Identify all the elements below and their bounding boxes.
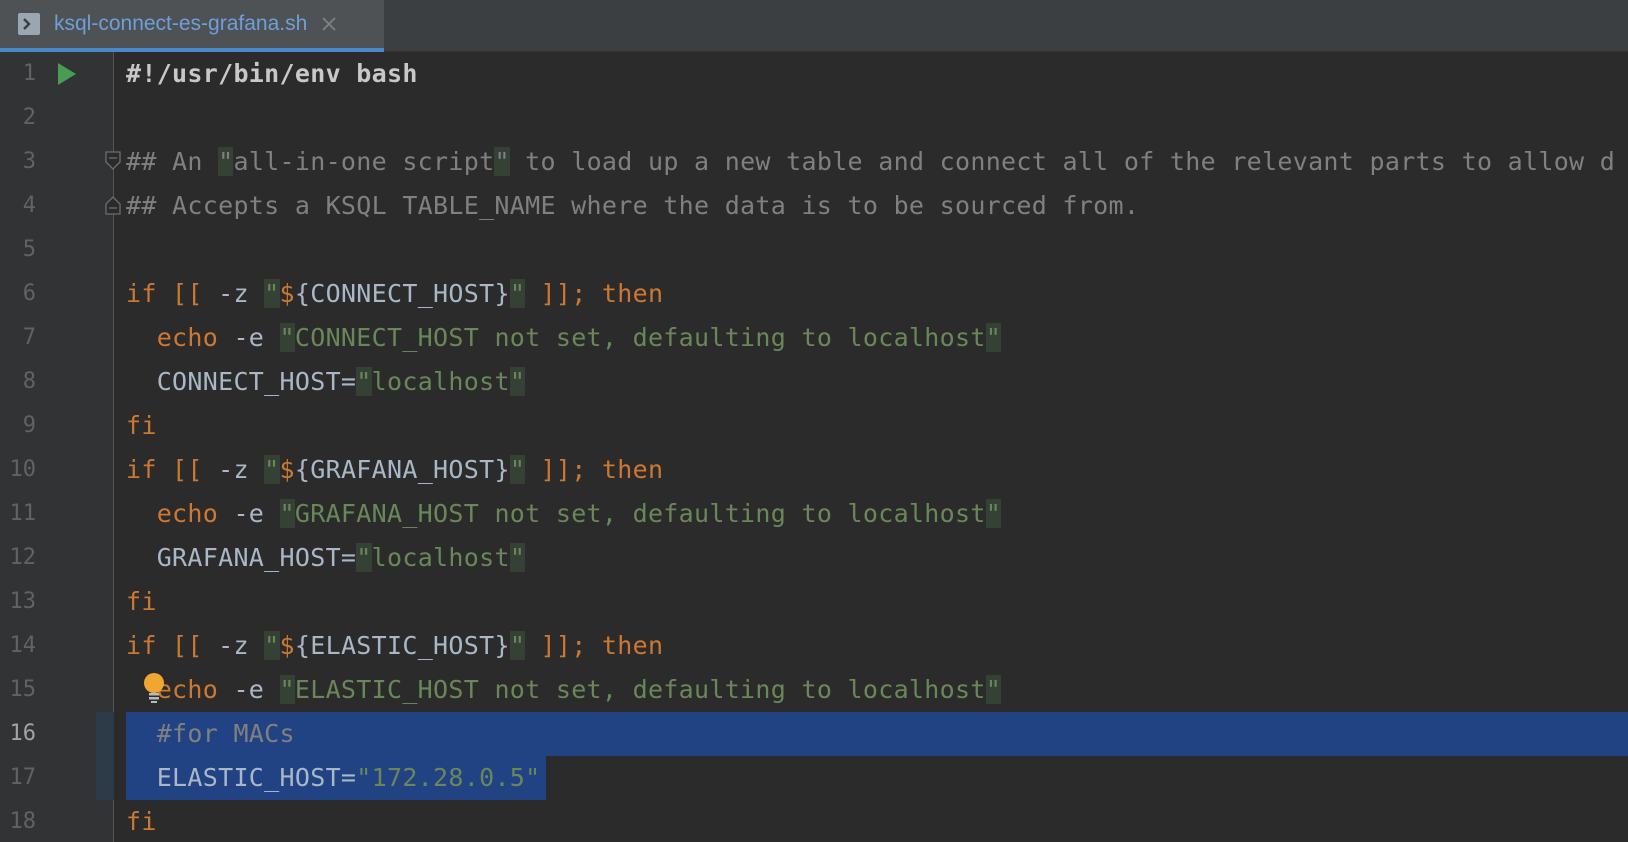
line-number: 11 bbox=[9, 501, 37, 526]
line-number: 5 bbox=[22, 237, 36, 262]
line-number: 14 bbox=[9, 633, 37, 658]
run-gutter-icon[interactable] bbox=[56, 62, 78, 86]
fold-marker-icon[interactable] bbox=[104, 194, 122, 216]
code-text: if [[ -z "${CONNECT_HOST}" ]]; then bbox=[126, 279, 664, 308]
line-number: 12 bbox=[9, 545, 37, 570]
code-text: echo -e "CONNECT_HOST not set, defaultin… bbox=[156, 323, 1002, 352]
code-line-selected: 17 ELASTIC_HOST="172.28.0.5" bbox=[0, 756, 1628, 800]
tab-ksql-connect-es-grafana[interactable]: ksql-connect-es-grafana.sh bbox=[0, 0, 384, 52]
line-number: 16 bbox=[9, 721, 37, 746]
code-text: fi bbox=[126, 807, 157, 836]
code-editor[interactable]: 1 #!/usr/bin/env bash 2 3 ## An "all-in-… bbox=[0, 52, 1628, 842]
line-number: 17 bbox=[9, 765, 37, 790]
code-text: #!/usr/bin/env bash bbox=[126, 59, 418, 88]
code-line: 4 ## Accepts a KSQL TABLE_NAME where the… bbox=[0, 184, 1628, 228]
code-line: 9 fi bbox=[0, 404, 1628, 448]
code-text: if [[ -z "${GRAFANA_HOST}" ]]; then bbox=[126, 455, 664, 484]
code-line: 15 echo -e "ELASTIC_HOST not set, defaul… bbox=[0, 668, 1628, 712]
code-text: ELASTIC_HOST="172.28.0.5" bbox=[126, 763, 541, 792]
line-number: 1 bbox=[22, 61, 36, 86]
tab-title: ksql-connect-es-grafana.sh bbox=[54, 12, 308, 35]
code-line: 10 if [[ -z "${GRAFANA_HOST}" ]]; then bbox=[0, 448, 1628, 492]
code-line: 12 GRAFANA_HOST="localhost" bbox=[0, 536, 1628, 580]
code-text: ## Accepts a KSQL TABLE_NAME where the d… bbox=[126, 191, 1140, 220]
line-number: 3 bbox=[22, 149, 36, 174]
line-number: 13 bbox=[9, 589, 37, 614]
code-line: 14 if [[ -z "${ELASTIC_HOST}" ]]; then bbox=[0, 624, 1628, 668]
line-number: 7 bbox=[22, 325, 36, 350]
terminal-script-icon bbox=[18, 13, 40, 35]
line-number: 2 bbox=[22, 105, 36, 130]
code-line: 18 fi bbox=[0, 800, 1628, 842]
code-text: fi bbox=[126, 411, 157, 440]
line-number: 6 bbox=[22, 281, 36, 306]
line-number: 10 bbox=[9, 457, 37, 482]
lightbulb-icon[interactable] bbox=[142, 672, 166, 704]
fold-marker-icon[interactable] bbox=[104, 150, 122, 172]
code-line: 8 CONNECT_HOST="localhost" bbox=[0, 360, 1628, 404]
line-number: 4 bbox=[22, 193, 36, 218]
code-line: 13 fi bbox=[0, 580, 1628, 624]
code-text: ## An "all-in-one script" to load up a n… bbox=[126, 147, 1616, 176]
code-line: 11 echo -e "GRAFANA_HOST not set, defaul… bbox=[0, 492, 1628, 536]
code-text: #for MACs bbox=[126, 719, 295, 748]
code-text: CONNECT_HOST="localhost" bbox=[126, 367, 526, 396]
code-line: 6 if [[ -z "${CONNECT_HOST}" ]]; then bbox=[0, 272, 1628, 316]
code-line-selected: 16 #for MACs bbox=[0, 712, 1628, 756]
code-text: fi bbox=[126, 587, 157, 616]
line-number: 15 bbox=[9, 677, 37, 702]
line-number: 9 bbox=[22, 413, 36, 438]
line-number: 8 bbox=[22, 369, 36, 394]
code-line: 1 #!/usr/bin/env bash bbox=[0, 52, 1628, 96]
editor-tab-bar: ksql-connect-es-grafana.sh bbox=[0, 0, 1628, 52]
code-text: if [[ -z "${ELASTIC_HOST}" ]]; then bbox=[126, 631, 664, 660]
code-line: 5 bbox=[0, 228, 1628, 272]
code-text: GRAFANA_HOST="localhost" bbox=[126, 543, 526, 572]
code-line: 3 ## An "all-in-one script" to load up a… bbox=[0, 140, 1628, 184]
code-text: echo -e "ELASTIC_HOST not set, defaultin… bbox=[156, 675, 1002, 704]
code-text: echo -e "GRAFANA_HOST not set, defaultin… bbox=[156, 499, 1002, 528]
code-line: 2 bbox=[0, 96, 1628, 140]
close-icon[interactable] bbox=[321, 16, 337, 32]
line-number: 18 bbox=[9, 809, 37, 834]
code-line: 7 echo -e "CONNECT_HOST not set, default… bbox=[0, 316, 1628, 360]
